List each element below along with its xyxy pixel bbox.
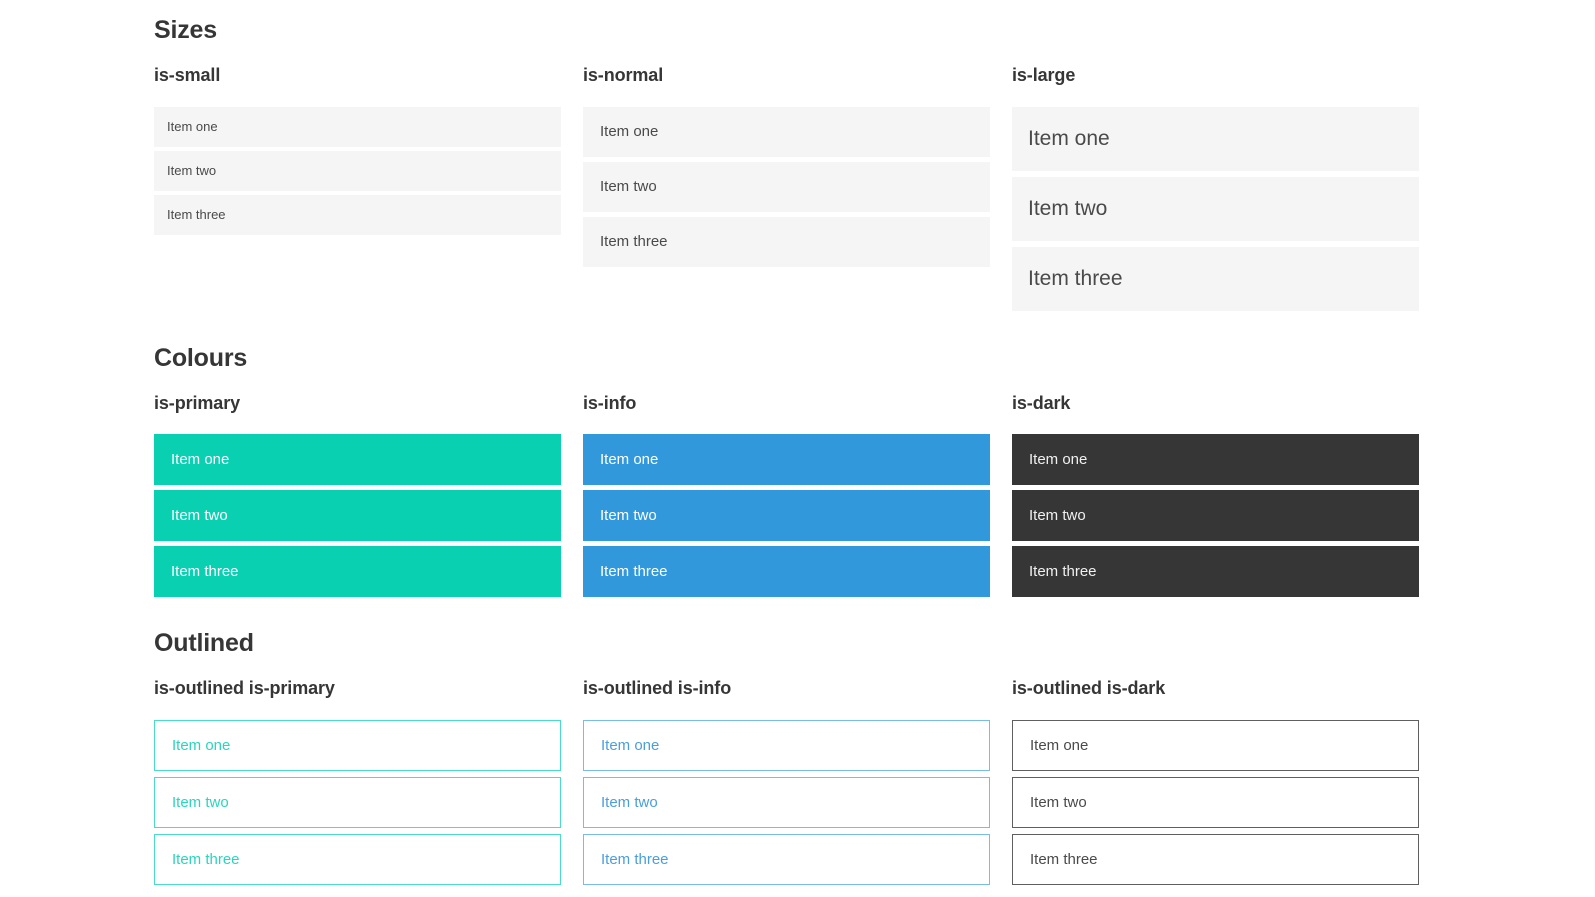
group-outlined-info: is-outlined is-info Item one Item two It…: [583, 678, 990, 891]
list-item[interactable]: Item three: [1012, 833, 1419, 885]
outlined-groups: is-outlined is-primary Item one Item two…: [154, 678, 1419, 891]
list-item[interactable]: Item one: [1012, 106, 1419, 171]
group-is-normal: is-normal Item one Item two Item three: [583, 65, 990, 272]
list-item[interactable]: Item three: [154, 546, 561, 598]
list-item[interactable]: Item one: [1012, 719, 1419, 771]
list-item[interactable]: Item two: [1012, 490, 1419, 542]
list-item[interactable]: Item one: [583, 719, 990, 771]
group-label-outlined-dark: is-outlined is-dark: [1012, 678, 1166, 699]
list-item[interactable]: Item two: [154, 490, 561, 542]
list-dark: Item one Item two Item three: [1012, 434, 1419, 598]
list-outlined-primary: Item one Item two Item three: [154, 719, 561, 885]
section-title-outlined: Outlined: [154, 629, 254, 658]
list-item[interactable]: Item three: [583, 216, 990, 267]
group-label-is-primary: is-primary: [154, 392, 241, 413]
list-item[interactable]: Item one: [1012, 434, 1419, 486]
group-is-large: is-large Item one Item two Item three: [1012, 65, 1419, 317]
list-item[interactable]: Item three: [583, 546, 990, 598]
list-item[interactable]: Item two: [154, 150, 561, 191]
group-outlined-primary: is-outlined is-primary Item one Item two…: [154, 678, 561, 891]
list-item[interactable]: Item three: [583, 833, 990, 885]
list-item[interactable]: Item one: [583, 434, 990, 486]
list-item[interactable]: Item one: [154, 434, 561, 486]
list-item[interactable]: Item two: [154, 776, 561, 828]
list-outlined-dark: Item one Item two Item three: [1012, 719, 1419, 885]
group-label-is-small: is-small: [154, 65, 221, 85]
group-label-is-info: is-info: [583, 392, 637, 413]
list-item[interactable]: Item one: [583, 106, 990, 157]
group-label-is-normal: is-normal: [583, 65, 664, 85]
colours-groups: is-primary Item one Item two Item three …: [154, 393, 1419, 603]
list-item[interactable]: Item two: [583, 161, 990, 212]
list-item[interactable]: Item one: [154, 106, 561, 147]
group-label-is-dark: is-dark: [1012, 392, 1071, 413]
section-title-sizes: Sizes: [154, 16, 217, 44]
list-small: Item one Item two Item three: [154, 106, 561, 235]
list-item[interactable]: Item three: [154, 833, 561, 885]
section-title-colours: Colours: [154, 343, 248, 372]
list-normal: Item one Item two Item three: [583, 106, 990, 267]
sizes-groups: is-small Item one Item two Item three is…: [154, 65, 1419, 317]
list-info: Item one Item two Item three: [583, 434, 990, 598]
group-is-small: is-small Item one Item two Item three: [154, 65, 561, 239]
list-item[interactable]: Item one: [154, 719, 561, 771]
section-outlined: Outlined is-outlined is-primary Item one…: [154, 628, 1595, 891]
list-item[interactable]: Item three: [1012, 246, 1419, 311]
list-item[interactable]: Item three: [154, 194, 561, 235]
list-item[interactable]: Item two: [1012, 776, 1419, 828]
list-item[interactable]: Item three: [1012, 546, 1419, 598]
list-primary: Item one Item two Item three: [154, 434, 561, 598]
group-label-is-large: is-large: [1012, 65, 1076, 85]
group-is-info: is-info Item one Item two Item three: [583, 393, 990, 603]
section-colours: Colours is-primary Item one Item two Ite…: [154, 343, 1595, 603]
group-is-dark: is-dark Item one Item two Item three: [1012, 393, 1419, 603]
list-item[interactable]: Item two: [1012, 176, 1419, 241]
section-sizes: Sizes is-small Item one Item two Item th…: [154, 15, 1595, 317]
list-component-demo-page: Sizes is-small Item one Item two Item th…: [0, 0, 1595, 897]
group-label-outlined-info: is-outlined is-info: [583, 678, 732, 699]
group-outlined-dark: is-outlined is-dark Item one Item two It…: [1012, 678, 1419, 891]
list-item[interactable]: Item two: [583, 776, 990, 828]
list-outlined-info: Item one Item two Item three: [583, 719, 990, 885]
list-large: Item one Item two Item three: [1012, 106, 1419, 311]
group-is-primary: is-primary Item one Item two Item three: [154, 393, 561, 603]
list-item[interactable]: Item two: [583, 490, 990, 542]
group-label-outlined-primary: is-outlined is-primary: [154, 678, 335, 699]
